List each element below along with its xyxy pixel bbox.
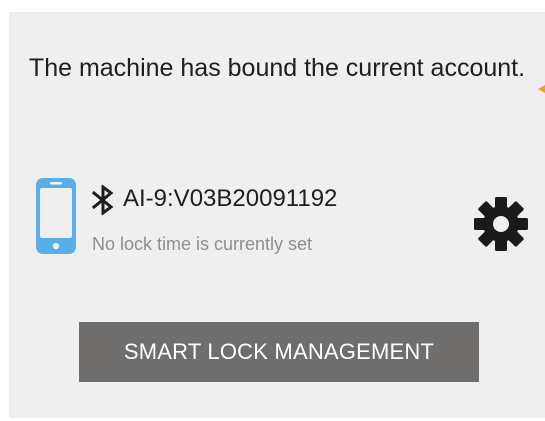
lock-time-status: No lock time is currently set <box>92 234 313 254</box>
binding-status-message: The machine has bound the current accoun… <box>28 54 526 82</box>
smartphone-icon <box>36 178 76 254</box>
bluetooth-icon <box>91 185 114 215</box>
device-name: AI-9:V03B20091192 <box>123 185 338 212</box>
device-panel: The machine has bound the current accoun… <box>9 12 545 418</box>
edge-arrow-icon <box>538 85 545 93</box>
smart-lock-management-button[interactable]: SMART LOCK MANAGEMENT <box>79 322 479 382</box>
gear-icon[interactable] <box>473 196 529 252</box>
screen: The machine has bound the current accoun… <box>0 0 545 421</box>
